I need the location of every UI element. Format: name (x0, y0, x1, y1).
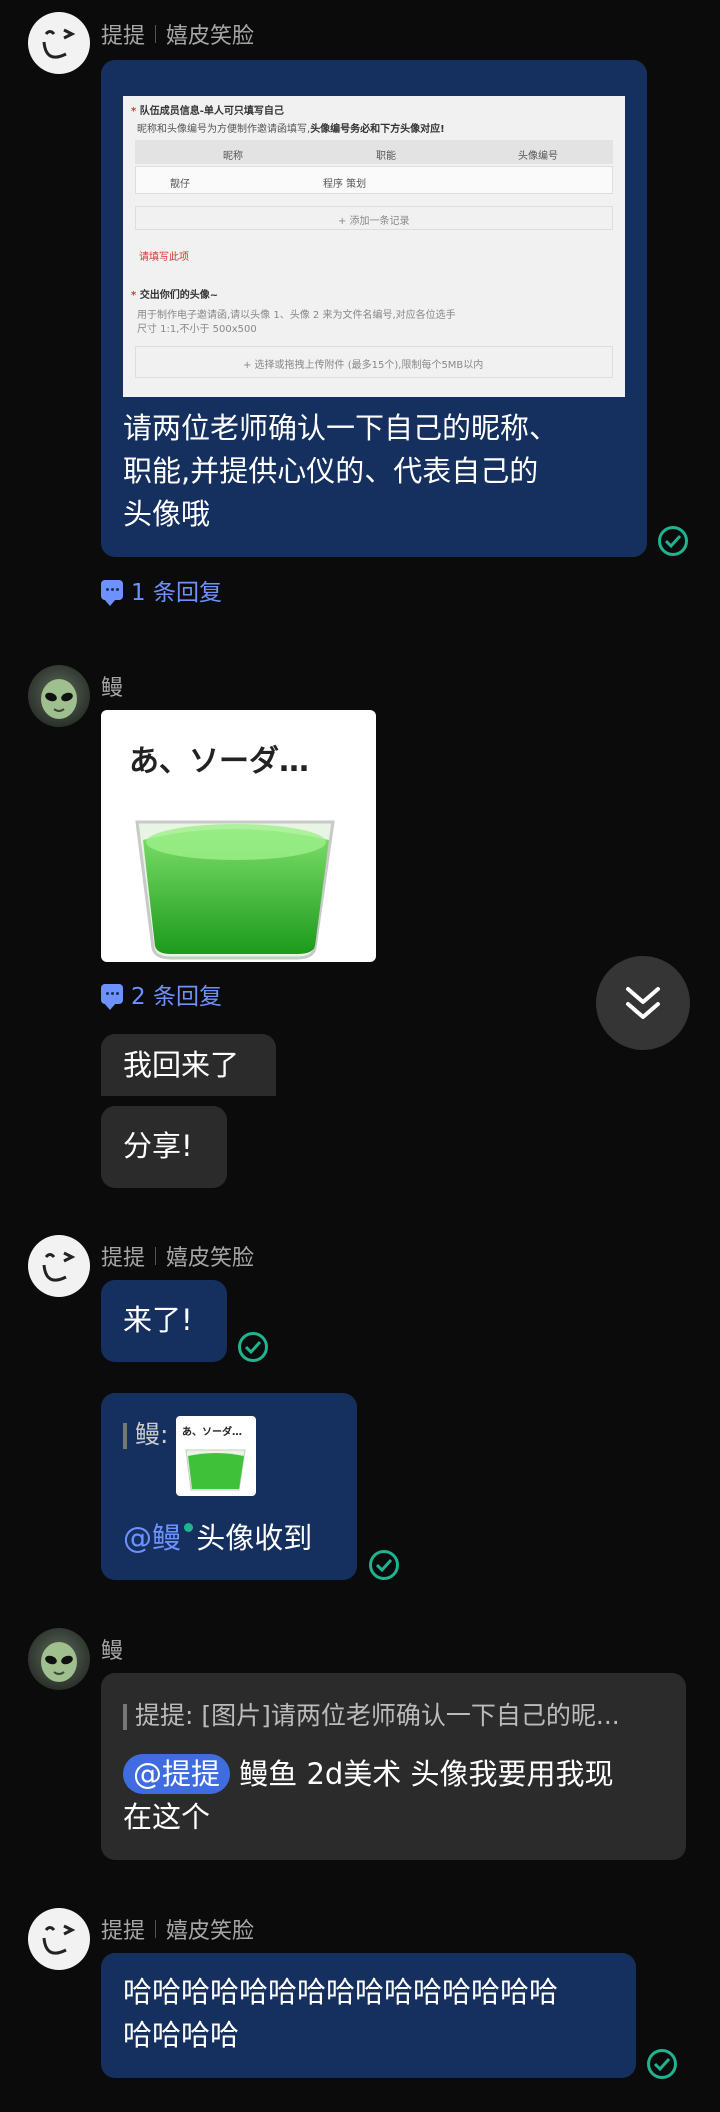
mention[interactable]: @提提 (123, 1754, 231, 1794)
message-text: @提提 鳗鱼 2d美术 头像我要用我现 在这个 (123, 1753, 683, 1839)
check-circle-icon (238, 1332, 268, 1362)
avatar[interactable] (28, 665, 90, 727)
sender-name: 提提 嬉皮笑脸 (101, 24, 255, 49)
double-chevron-down-icon (626, 987, 660, 1019)
check-circle-icon (369, 1550, 399, 1580)
quote-text[interactable]: 提提: [图片]请两位老师确认一下自己的昵... (123, 1696, 620, 1732)
avatar[interactable] (28, 1628, 90, 1690)
smiley-avatar-icon (42, 1924, 76, 1955)
quoted-sticker-image[interactable]: あ、ソーダ… (176, 1416, 256, 1496)
check-circle-icon (658, 526, 688, 556)
message-bubble[interactable]: 来了! (101, 1280, 227, 1362)
avatar[interactable] (28, 1908, 90, 1970)
mention[interactable]: @鳗 (123, 1521, 194, 1555)
check-circle-icon (647, 2049, 677, 2079)
reply-link[interactable]: 2 条回复 (101, 977, 222, 1011)
message-bubble[interactable]: 哈哈哈哈哈哈哈哈哈哈哈哈哈哈哈 哈哈哈哈 (101, 1953, 636, 2078)
smiley-avatar-icon (42, 1251, 76, 1282)
comment-icon (101, 984, 123, 1010)
scroll-to-bottom-button[interactable] (596, 956, 690, 1050)
online-dot-icon (184, 1523, 194, 1532)
smiley-avatar-icon (42, 28, 76, 59)
message-text: @鳗 头像收到 (123, 1521, 313, 1555)
sticker-image[interactable]: あ、ソーダ… (101, 710, 376, 962)
sender-name: 鳗 (101, 676, 124, 701)
sender-name: 鳗 (101, 1639, 124, 1664)
sender-name: 提提 嬉皮笑脸 (101, 1919, 255, 1944)
quote-prefix: 鳗: (123, 1415, 168, 1451)
alien-avatar-icon (41, 679, 77, 719)
sender-name: 提提 嬉皮笑脸 (101, 1246, 255, 1271)
message-text: 请两位老师确认一下自己的昵称、 职能,并提供心仪的、代表自己的 头像哦 (123, 411, 559, 531)
alien-avatar-icon (41, 1642, 77, 1682)
reply-link[interactable]: 1 条回复 (101, 573, 222, 607)
message-bubble[interactable]: 我回来了 (101, 1034, 276, 1096)
comment-icon (101, 580, 123, 606)
avatar[interactable] (28, 1235, 90, 1297)
avatar[interactable] (28, 12, 90, 74)
message-bubble[interactable]: 分享! (101, 1106, 227, 1188)
form-screenshot-image[interactable]: * 队伍成员信息-单人可只填写自己 昵称和头像编号为方便制作邀请函填写,头像编号… (123, 96, 625, 397)
